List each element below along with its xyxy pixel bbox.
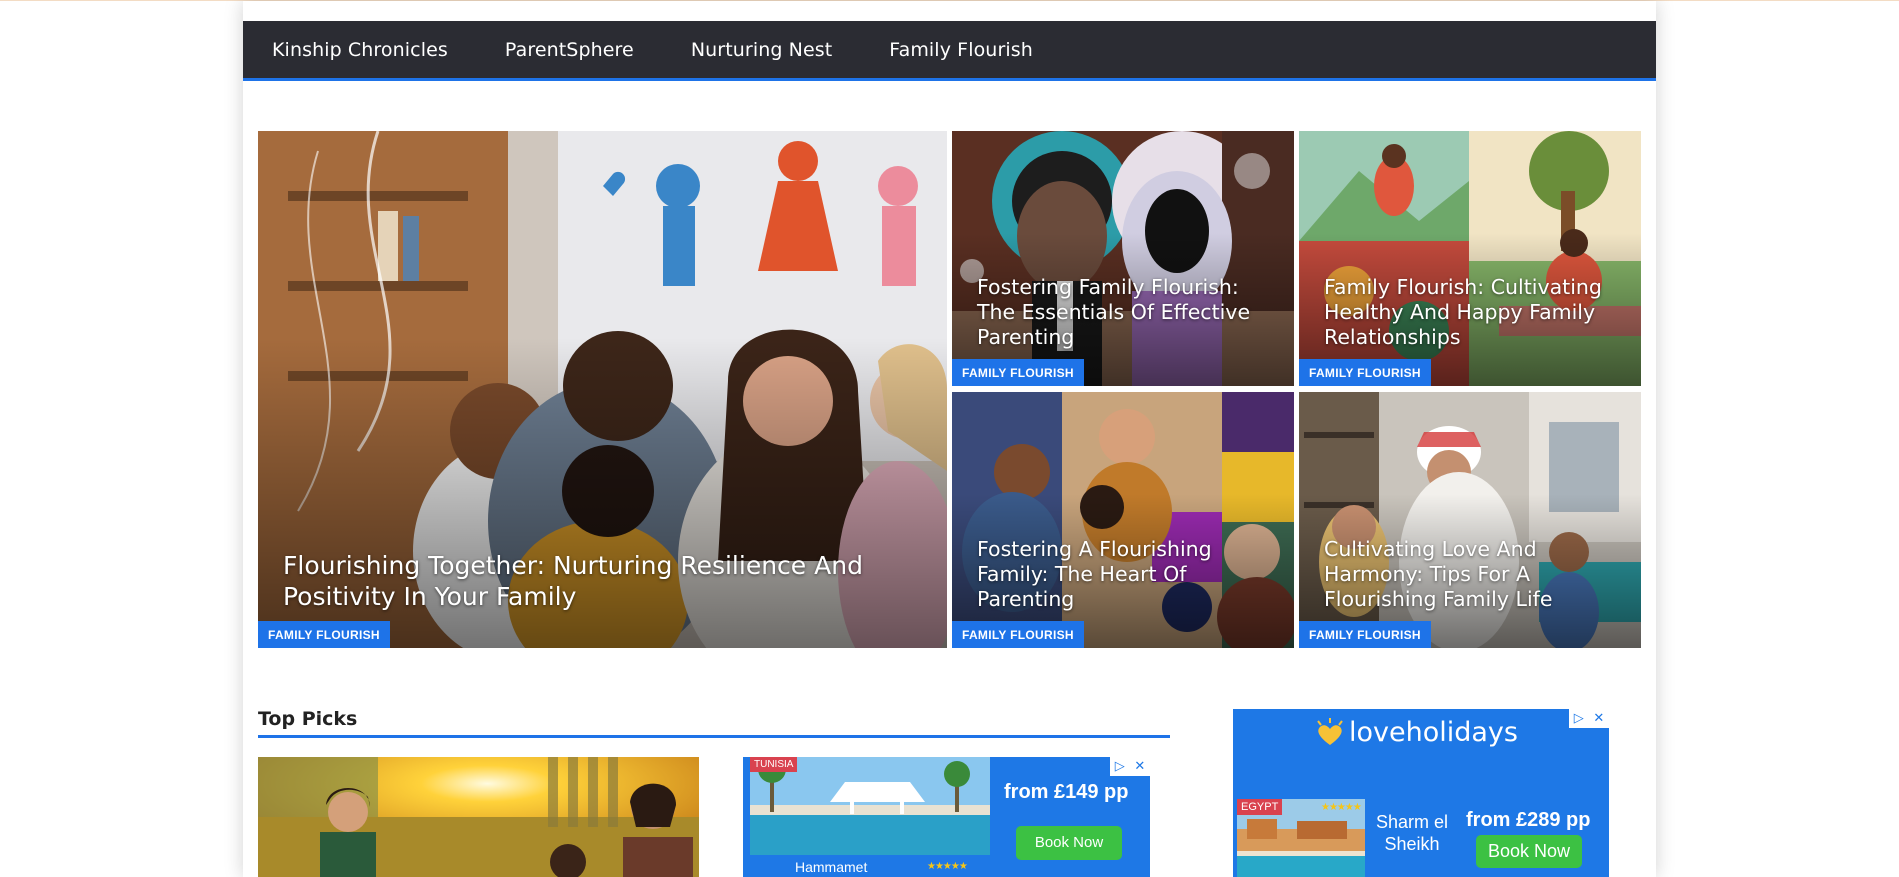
category-badge[interactable]: FAMILY FLOURISH (1299, 621, 1431, 648)
ad-price: from £149 pp (1004, 781, 1129, 803)
sun-heart-icon (1317, 717, 1343, 745)
featured-main-title[interactable]: Flourishing Together: Nurturing Resilien… (283, 551, 883, 612)
ad-brand: loveholidays (1349, 717, 1518, 748)
ad-place-label: Sharm el Sheikh (1375, 812, 1449, 854)
featured-card[interactable]: Fostering A Flourishing Family: The Hear… (952, 392, 1294, 648)
category-badge[interactable]: FAMILY FLOURISH (952, 359, 1084, 386)
nav-item-kinship-chronicles[interactable]: Kinship Chronicles (272, 39, 448, 61)
nav-item-nurturing-nest[interactable]: Nurturing Nest (691, 39, 832, 61)
ad-banner-loveholidays[interactable]: loveholidays EGYPT ★★★★★ Sharm el Sheikh… (1233, 709, 1609, 877)
featured-card[interactable]: Cultivating Love And Harmony: Tips For A… (1299, 392, 1641, 648)
section-title-top-picks: Top Picks (258, 708, 358, 730)
ad-location-tag: EGYPT (1237, 799, 1283, 815)
featured-card[interactable]: Fostering Family Flourish: The Essential… (952, 131, 1294, 386)
category-badge[interactable]: FAMILY FLOURISH (258, 621, 390, 648)
featured-card-title[interactable]: Fostering Family Flourish: The Essential… (977, 275, 1277, 350)
ad-star-rating: ★★★★★ (1321, 802, 1362, 813)
ad-location-tag: TUNISIA (750, 757, 798, 772)
ad-banner-tunisia[interactable]: TUNISIA Hammamet ★★★★★ from £149 pp Book… (743, 757, 1150, 877)
page-container: Kinship Chronicles ParentSphere Nurturin… (243, 1, 1656, 877)
loveholidays-logo: loveholidays (1313, 717, 1518, 748)
main-nav: Kinship Chronicles ParentSphere Nurturin… (243, 21, 1656, 81)
category-badge[interactable]: FAMILY FLOURISH (952, 621, 1084, 648)
category-badge[interactable]: FAMILY FLOURISH (1299, 359, 1431, 386)
featured-main-card[interactable]: Flourishing Together: Nurturing Resilien… (258, 131, 947, 648)
top-pick-image (258, 757, 699, 877)
ad-price: from £289 pp (1466, 809, 1591, 831)
section-divider (258, 735, 1170, 738)
featured-card-title[interactable]: Family Flourish: Cultivating Healthy And… (1324, 275, 1624, 350)
featured-card-title[interactable]: Cultivating Love And Harmony: Tips For A… (1324, 537, 1624, 612)
ad-star-rating: ★★★★★ (927, 861, 968, 872)
book-now-button[interactable]: Book Now (1016, 826, 1122, 860)
top-pick-thumbnail[interactable] (258, 757, 699, 877)
adchoices-icon[interactable]: ▷ ✕ (1110, 757, 1150, 776)
nav-item-family-flourish[interactable]: Family Flourish (889, 39, 1033, 61)
featured-card[interactable]: Family Flourish: Cultivating Healthy And… (1299, 131, 1641, 386)
featured-card-title[interactable]: Fostering A Flourishing Family: The Hear… (977, 537, 1277, 612)
nav-item-parentsphere[interactable]: ParentSphere (505, 39, 634, 61)
ad-place-label: Hammamet (795, 859, 868, 875)
adchoices-icon[interactable]: ▷ ✕ (1569, 709, 1609, 728)
book-now-button[interactable]: Book Now (1476, 835, 1582, 868)
